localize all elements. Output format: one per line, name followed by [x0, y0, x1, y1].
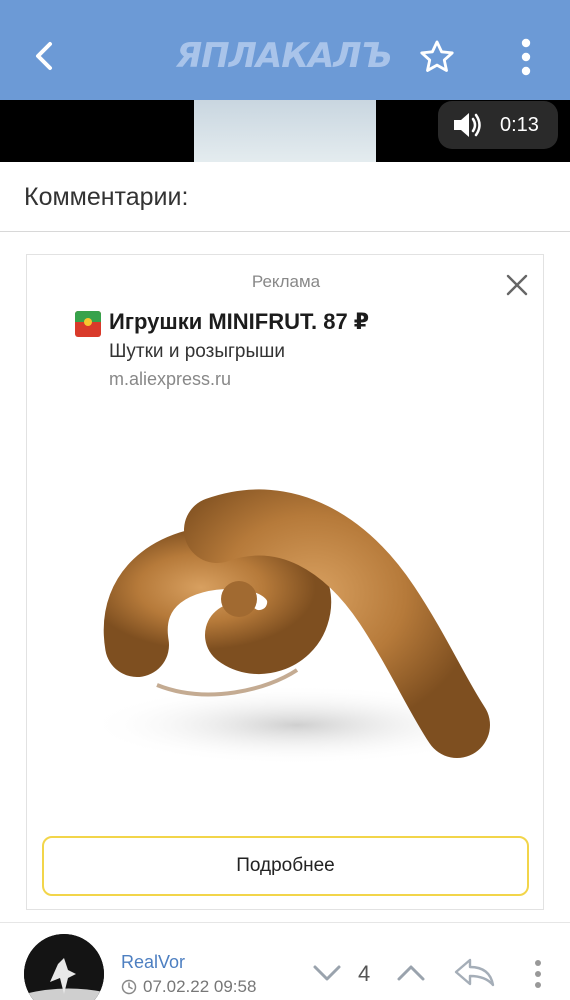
comments-heading: Комментарии:	[24, 183, 189, 211]
ad-label: Реклама	[251, 272, 321, 291]
divider	[0, 922, 570, 923]
divider	[0, 231, 570, 232]
ad-details-button[interactable]: Подробнее	[42, 836, 529, 896]
comment-date: 07.02.22 09:58	[121, 977, 256, 997]
ad-product-image[interactable]	[67, 435, 507, 825]
chevron-up-icon[interactable]	[396, 962, 426, 984]
more-vertical-icon	[521, 38, 531, 76]
app-logo: ЯПЛАКАЛЪ	[176, 36, 392, 76]
app-bar: ЯПЛАКАЛЪ	[0, 0, 570, 100]
comment-date-text: 07.02.22 09:58	[143, 977, 257, 996]
volume-icon	[454, 113, 481, 137]
ad-subtitle: Шутки и розыгрыши	[109, 341, 286, 362]
comment-username[interactable]: RealVor	[121, 952, 185, 973]
close-icon[interactable]	[505, 273, 529, 297]
reply-icon[interactable]	[452, 956, 496, 988]
video-time: 0:13	[500, 113, 539, 136]
ad-card[interactable]: Реклама Игрушки MINIFRUT. 87 ₽ Шутки и р…	[26, 254, 544, 910]
chevron-down-icon[interactable]	[312, 962, 342, 984]
more-vertical-icon[interactable]	[530, 958, 546, 992]
video-frame	[194, 100, 376, 162]
star-icon	[420, 40, 454, 72]
ad-domain: m.aliexpress.ru	[109, 369, 232, 389]
clock-icon	[121, 979, 137, 995]
aliexpress-logo-icon	[75, 311, 101, 337]
back-button[interactable]	[22, 34, 66, 78]
video-volume-control[interactable]: 0:13	[438, 101, 558, 149]
favorite-button[interactable]	[414, 34, 460, 80]
overflow-menu-button[interactable]	[506, 34, 546, 80]
vote-count: 4	[358, 961, 371, 986]
ad-title[interactable]: Игрушки MINIFRUT. 87 ₽	[109, 309, 369, 335]
back-arrow-icon	[36, 42, 52, 70]
avatar[interactable]	[24, 934, 104, 1000]
